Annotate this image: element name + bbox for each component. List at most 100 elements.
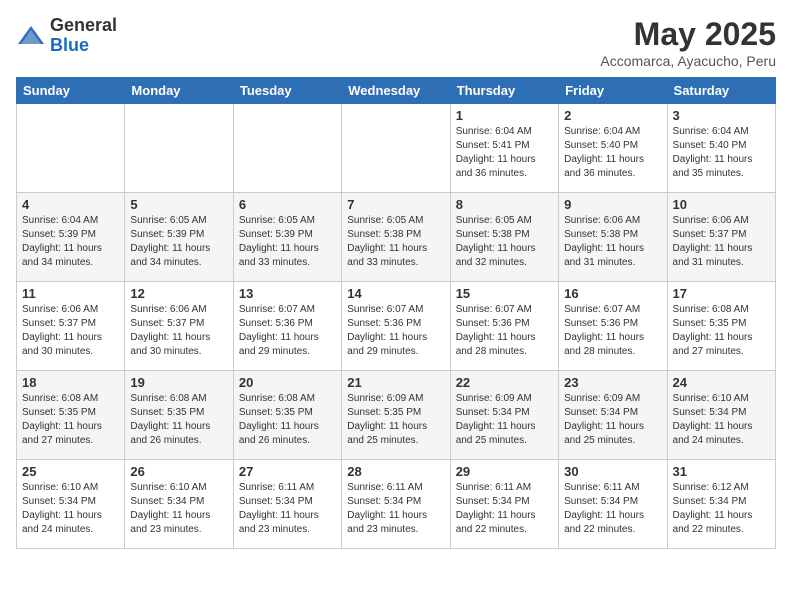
cell-info: Sunrise: 6:04 AM Sunset: 5:39 PM Dayligh… [22, 214, 119, 270]
day-number: 25 [22, 464, 119, 479]
col-wednesday: Wednesday [342, 78, 450, 104]
table-row: 1 Sunrise: 6:04 AM Sunset: 5:41 PM Daylig… [450, 104, 558, 193]
calendar-header-row: Sunday Monday Tuesday Wednesday Thursday… [17, 78, 776, 104]
table-row: 2 Sunrise: 6:04 AM Sunset: 5:40 PM Daylig… [559, 104, 667, 193]
table-row: 10Sunrise: 6:06 AM Sunset: 5:37 PM Dayli… [667, 193, 775, 282]
day-number: 19 [130, 375, 227, 390]
table-row: 19 Sunrise: 6:08 AM Sunset: 5:35 PM Dayli… [125, 371, 233, 460]
cell-info: Sunrise: 6:06 AM Sunset: 5:38 PM Dayligh… [564, 214, 661, 270]
logo-general-text: General [50, 16, 117, 36]
table-row: 9 Sunrise: 6:06 AM Sunset: 5:38 PM Daylig… [559, 193, 667, 282]
day-number: 7 [347, 197, 444, 212]
table-row: 15 Sunrise: 6:07 AM Sunset: 5:36 PM Dayli… [450, 282, 558, 371]
day-number: 31 [673, 464, 770, 479]
cell-info: Sunrise: 6:04 AM Sunset: 5:40 PM Dayligh… [673, 125, 770, 181]
cell-info: Sunrise: 6:07 AM Sunset: 5:36 PM Dayligh… [564, 303, 661, 359]
table-row: 16 Sunrise: 6:07 AM Sunset: 5:36 PM Dayli… [559, 282, 667, 371]
table-row: 12Sunrise: 6:06 AM Sunset: 5:37 PM Dayli… [125, 282, 233, 371]
table-row: 11 Sunrise: 6:06 AM Sunset: 5:37 PM Dayli… [17, 282, 125, 371]
cell-info: Sunrise: 6:05 AM Sunset: 5:38 PM Dayligh… [456, 214, 553, 270]
table-row: 23 Sunrise: 6:09 AM Sunset: 5:34 PM Dayli… [559, 371, 667, 460]
table-row: 17Sunrise: 6:08 AM Sunset: 5:35 PM Dayli… [667, 282, 775, 371]
table-row: 5 Sunrise: 6:05 AM Sunset: 5:39 PM Daylig… [125, 193, 233, 282]
logo-blue-text: Blue [50, 36, 117, 56]
day-number: 3 [673, 108, 770, 123]
cell-info: Sunrise: 6:10 AM Sunset: 5:34 PM Dayligh… [22, 481, 119, 537]
day-number: 6 [239, 197, 336, 212]
day-number: 15 [456, 286, 553, 301]
cell-info: Sunrise: 6:08 AM Sunset: 5:35 PM Dayligh… [130, 392, 227, 448]
day-number: 30 [564, 464, 661, 479]
col-sunday: Sunday [17, 78, 125, 104]
day-number: 21 [347, 375, 444, 390]
table-row [17, 104, 125, 193]
page-header: General Blue May 2025 Accomarca, Ayacuch… [16, 16, 776, 69]
cell-info: Sunrise: 6:04 AM Sunset: 5:40 PM Dayligh… [564, 125, 661, 181]
col-thursday: Thursday [450, 78, 558, 104]
cell-info: Sunrise: 6:07 AM Sunset: 5:36 PM Dayligh… [347, 303, 444, 359]
day-number: 22 [456, 375, 553, 390]
day-number: 10 [673, 197, 770, 212]
cell-info: Sunrise: 6:10 AM Sunset: 5:34 PM Dayligh… [673, 392, 770, 448]
day-number: 9 [564, 197, 661, 212]
cell-info: Sunrise: 6:11 AM Sunset: 5:34 PM Dayligh… [347, 481, 444, 537]
table-row: 31 Sunrise: 6:12 AM Sunset: 5:34 PM Dayli… [667, 460, 775, 549]
table-row: 22 Sunrise: 6:09 AM Sunset: 5:34 PM Dayli… [450, 371, 558, 460]
table-row: 27Sunrise: 6:11 AM Sunset: 5:34 PM Dayli… [233, 460, 341, 549]
cell-info: Sunrise: 6:05 AM Sunset: 5:38 PM Dayligh… [347, 214, 444, 270]
day-number: 4 [22, 197, 119, 212]
calendar-week-row: 1 Sunrise: 6:04 AM Sunset: 5:41 PM Daylig… [17, 104, 776, 193]
day-number: 12 [130, 286, 227, 301]
table-row: 13 Sunrise: 6:07 AM Sunset: 5:36 PM Dayli… [233, 282, 341, 371]
day-number: 27 [239, 464, 336, 479]
table-row: 4 Sunrise: 6:04 AM Sunset: 5:39 PM Daylig… [17, 193, 125, 282]
cell-info: Sunrise: 6:07 AM Sunset: 5:36 PM Dayligh… [456, 303, 553, 359]
col-monday: Monday [125, 78, 233, 104]
day-number: 23 [564, 375, 661, 390]
col-tuesday: Tuesday [233, 78, 341, 104]
day-number: 14 [347, 286, 444, 301]
title-block: May 2025 Accomarca, Ayacucho, Peru [600, 16, 776, 69]
calendar-week-row: 11 Sunrise: 6:06 AM Sunset: 5:37 PM Dayli… [17, 282, 776, 371]
cell-info: Sunrise: 6:05 AM Sunset: 5:39 PM Dayligh… [130, 214, 227, 270]
table-row: 21 Sunrise: 6:09 AM Sunset: 5:35 PM Dayli… [342, 371, 450, 460]
cell-info: Sunrise: 6:06 AM Sunset: 5:37 PM Dayligh… [22, 303, 119, 359]
day-number: 18 [22, 375, 119, 390]
table-row: 14 Sunrise: 6:07 AM Sunset: 5:36 PM Dayli… [342, 282, 450, 371]
day-number: 1 [456, 108, 553, 123]
calendar-week-row: 4 Sunrise: 6:04 AM Sunset: 5:39 PM Daylig… [17, 193, 776, 282]
cell-info: Sunrise: 6:11 AM Sunset: 5:34 PM Dayligh… [564, 481, 661, 537]
day-number: 20 [239, 375, 336, 390]
cell-info: Sunrise: 6:05 AM Sunset: 5:39 PM Dayligh… [239, 214, 336, 270]
day-number: 11 [22, 286, 119, 301]
table-row: 3 Sunrise: 6:04 AM Sunset: 5:40 PM Daylig… [667, 104, 775, 193]
cell-info: Sunrise: 6:11 AM Sunset: 5:34 PM Dayligh… [456, 481, 553, 537]
cell-info: Sunrise: 6:12 AM Sunset: 5:34 PM Dayligh… [673, 481, 770, 537]
cell-info: Sunrise: 6:04 AM Sunset: 5:41 PM Dayligh… [456, 125, 553, 181]
day-number: 29 [456, 464, 553, 479]
day-number: 16 [564, 286, 661, 301]
table-row [233, 104, 341, 193]
cell-info: Sunrise: 6:09 AM Sunset: 5:34 PM Dayligh… [456, 392, 553, 448]
table-row: 25 Sunrise: 6:10 AM Sunset: 5:34 PM Dayli… [17, 460, 125, 549]
cell-info: Sunrise: 6:08 AM Sunset: 5:35 PM Dayligh… [239, 392, 336, 448]
table-row: 8Sunrise: 6:05 AM Sunset: 5:38 PM Daylig… [450, 193, 558, 282]
cell-info: Sunrise: 6:09 AM Sunset: 5:34 PM Dayligh… [564, 392, 661, 448]
table-row: 20 Sunrise: 6:08 AM Sunset: 5:35 PM Dayli… [233, 371, 341, 460]
day-number: 13 [239, 286, 336, 301]
day-number: 26 [130, 464, 227, 479]
table-row: 6 Sunrise: 6:05 AM Sunset: 5:39 PM Daylig… [233, 193, 341, 282]
table-row: 26Sunrise: 6:10 AM Sunset: 5:34 PM Dayli… [125, 460, 233, 549]
table-row: 24Sunrise: 6:10 AM Sunset: 5:34 PM Dayli… [667, 371, 775, 460]
col-friday: Friday [559, 78, 667, 104]
table-row: 29 Sunrise: 6:11 AM Sunset: 5:34 PM Dayli… [450, 460, 558, 549]
calendar-week-row: 18 Sunrise: 6:08 AM Sunset: 5:35 PM Dayli… [17, 371, 776, 460]
table-row [125, 104, 233, 193]
day-number: 2 [564, 108, 661, 123]
table-row: 30 Sunrise: 6:11 AM Sunset: 5:34 PM Dayli… [559, 460, 667, 549]
cell-info: Sunrise: 6:07 AM Sunset: 5:36 PM Dayligh… [239, 303, 336, 359]
day-number: 5 [130, 197, 227, 212]
table-row [342, 104, 450, 193]
cell-info: Sunrise: 6:09 AM Sunset: 5:35 PM Dayligh… [347, 392, 444, 448]
month-title: May 2025 [600, 16, 776, 53]
